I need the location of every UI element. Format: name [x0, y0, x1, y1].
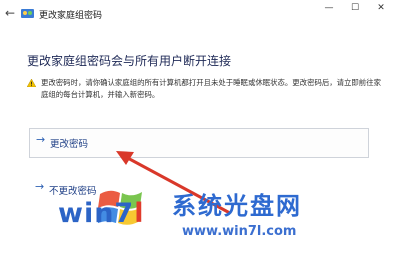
watermark-site-name: 系统光盘网	[172, 192, 302, 220]
watermark-brand: win7l	[58, 198, 145, 229]
watermark-url: www.win7l.com	[182, 224, 297, 239]
